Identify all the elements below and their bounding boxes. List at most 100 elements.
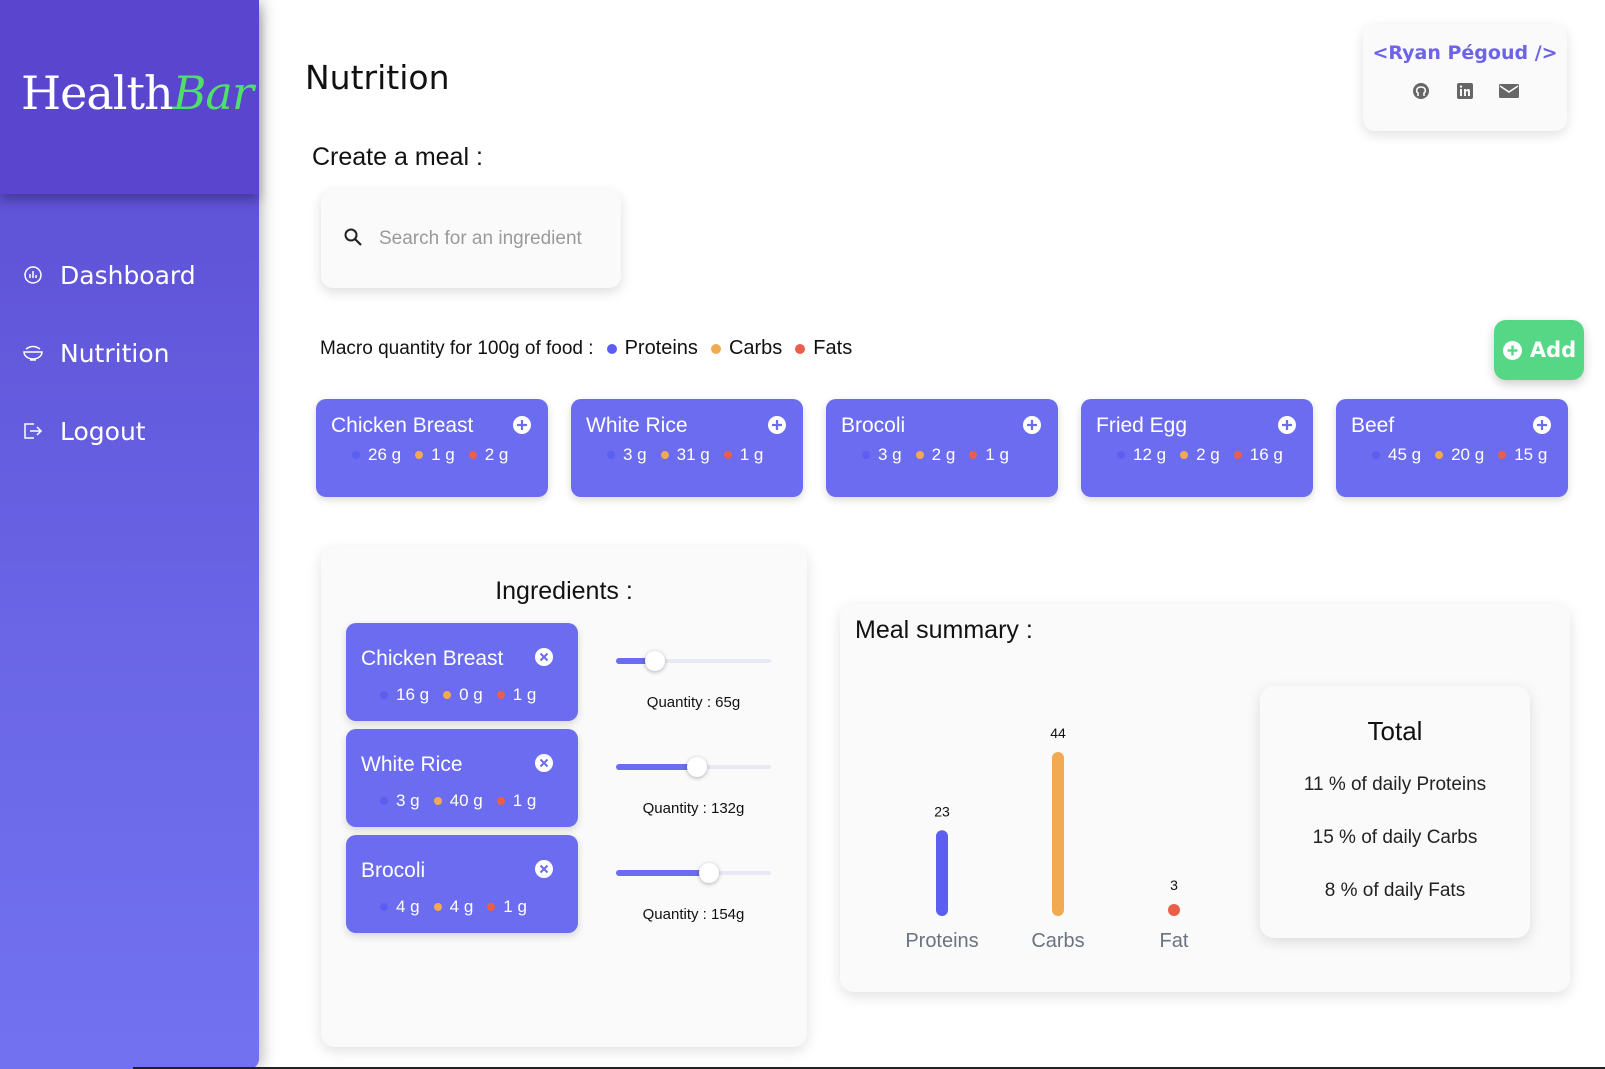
ingredient-card: White Rice 3 g 40 g 1 g: [346, 729, 578, 827]
food-name: White Rice: [586, 414, 688, 437]
profile-card: <Ryan Pégoud />: [1363, 24, 1567, 131]
total-card: Total 11 % of daily Proteins 15 % of dai…: [1260, 686, 1530, 938]
slider-thumb[interactable]: [686, 757, 707, 777]
legend-proteins: Proteins: [606, 337, 698, 360]
chart-value-label: 3: [1170, 877, 1178, 893]
legend-fats-label: Fats: [813, 337, 853, 359]
macro-carbs: 20 g: [1435, 445, 1484, 465]
sidebar-item-label: Logout: [60, 416, 146, 446]
profile-name[interactable]: <Ryan Pégoud />: [1363, 42, 1567, 64]
close-icon[interactable]: [534, 753, 554, 778]
quantity-slider[interactable]: [616, 757, 771, 777]
carbs-value: 1 g: [431, 445, 455, 464]
food-card[interactable]: Fried Egg 12 g 2 g 16 g: [1081, 399, 1313, 497]
ingredient-row: Brocoli 4 g 4 g 1 g Quantity : 154g: [346, 835, 806, 933]
fats-dot: [487, 903, 496, 911]
food-card[interactable]: White Rice 3 g 31 g 1 g: [571, 399, 803, 497]
carbs-dot: [415, 451, 424, 459]
protein-value: 4 g: [396, 897, 420, 916]
close-icon[interactable]: [534, 647, 554, 672]
food-card[interactable]: Chicken Breast 26 g 1 g 2 g: [316, 399, 548, 497]
chart-svg: 23 Proteins 44 Carbs 3 Fat: [905, 725, 1189, 952]
protein-value: 3 g: [623, 445, 647, 464]
sidebar-item-nutrition[interactable]: Nutrition: [0, 333, 259, 373]
protein-dot: [352, 451, 360, 459]
macro-protein: 26 g: [352, 445, 401, 465]
food-macros: 3 g 31 g 1 g: [607, 445, 777, 465]
food-card[interactable]: Brocoli 3 g 2 g 1 g: [826, 399, 1058, 497]
macro-protein: 12 g: [1117, 445, 1166, 465]
fats-dot: [795, 343, 806, 354]
carbs-value: 0 g: [459, 685, 483, 704]
linkedin-icon[interactable]: [1454, 80, 1476, 102]
carbs-value: 40 g: [449, 791, 483, 810]
macro-fats: 1 g: [487, 897, 527, 917]
sidebar-item-label: Nutrition: [60, 338, 170, 368]
legend-carbs: Carbs: [710, 337, 782, 360]
food-name: Chicken Breast: [331, 414, 474, 437]
food-macros: 3 g 2 g 1 g: [862, 445, 1023, 465]
profile-links: [1363, 80, 1567, 102]
close-icon[interactable]: [534, 859, 554, 884]
plus-circle-icon[interactable]: [767, 415, 787, 440]
chart-bar-proteins: [936, 830, 948, 916]
legend-proteins-label: Proteins: [624, 337, 698, 359]
fats-value: 2 g: [484, 445, 509, 464]
brand-main: Health: [21, 66, 174, 120]
macro-fats: 2 g: [468, 445, 509, 465]
ingredient-row: Chicken Breast 16 g 0 g 1 g Quantity : 6…: [346, 623, 806, 721]
ingredient-card: Chicken Breast 16 g 0 g 1 g: [346, 623, 578, 721]
meal-summary-title: Meal summary :: [855, 616, 1033, 644]
food-list: Chicken Breast 26 g 1 g 2 g White Rice 3…: [316, 399, 1568, 497]
protein-value: 3 g: [878, 445, 902, 464]
chart-value-label: 23: [934, 803, 950, 819]
food-card[interactable]: Beef 45 g 20 g 15 g: [1336, 399, 1568, 497]
food-name: Fried Egg: [1096, 414, 1188, 437]
carbs-dot: [915, 451, 924, 459]
protein-dot: [1372, 451, 1380, 459]
fats-value: 16 g: [1249, 445, 1283, 464]
sidebar-item-label: Dashboard: [60, 260, 196, 290]
quantity-slider[interactable]: [616, 863, 771, 883]
macro-carbs: 0 g: [443, 685, 483, 705]
sidebar-item-logout[interactable]: Logout: [0, 411, 259, 451]
carbs-value: 2 g: [1196, 445, 1220, 464]
plus-circle-icon[interactable]: [1532, 415, 1552, 440]
slider-thumb[interactable]: [699, 863, 719, 883]
slider-thumb[interactable]: [644, 651, 665, 671]
mail-icon[interactable]: [1498, 80, 1520, 102]
sidebar-item-dashboard[interactable]: Dashboard: [0, 255, 259, 295]
carbs-dot: [710, 343, 721, 354]
search-input[interactable]: [379, 228, 609, 250]
food-macros: 45 g 20 g 15 g: [1372, 445, 1561, 465]
carbs-dot: [443, 691, 452, 699]
add-meal-button[interactable]: Add: [1494, 320, 1584, 380]
plus-circle-icon[interactable]: [1022, 415, 1042, 440]
macro-protein: 3 g: [607, 445, 647, 465]
plus-circle-icon[interactable]: [512, 415, 532, 440]
carbs-value: 31 g: [676, 445, 710, 464]
protein-dot: [607, 451, 615, 459]
logout-icon: [22, 420, 44, 442]
github-icon[interactable]: [1410, 80, 1432, 102]
quantity-label: Quantity : 65g: [646, 694, 741, 711]
ingredient-name: Chicken Breast: [361, 647, 504, 670]
macro-carbs: 1 g: [415, 445, 455, 465]
protein-dot: [380, 797, 388, 805]
carbs-dot: [1180, 451, 1189, 459]
chart-category-label: Fat: [1160, 930, 1189, 952]
macro-carbs: 4 g: [433, 897, 473, 917]
quantity-slider[interactable]: [616, 651, 771, 671]
protein-value: 45 g: [1388, 445, 1422, 464]
macro-protein: 45 g: [1372, 445, 1421, 465]
plus-circle-icon[interactable]: [1277, 415, 1297, 440]
ingredient-row: White Rice 3 g 40 g 1 g Quantity : 132g: [346, 729, 806, 827]
food-name: Beef: [1351, 414, 1395, 437]
ingredient-name: Brocoli: [361, 859, 426, 882]
dashboard-icon: [22, 264, 44, 286]
fats-value: 1 g: [512, 685, 537, 704]
search-icon: [343, 227, 363, 252]
app-logo[interactable]: HealthBar: [21, 66, 254, 120]
page-title: Nutrition: [305, 58, 450, 97]
fats-dot: [496, 691, 505, 699]
